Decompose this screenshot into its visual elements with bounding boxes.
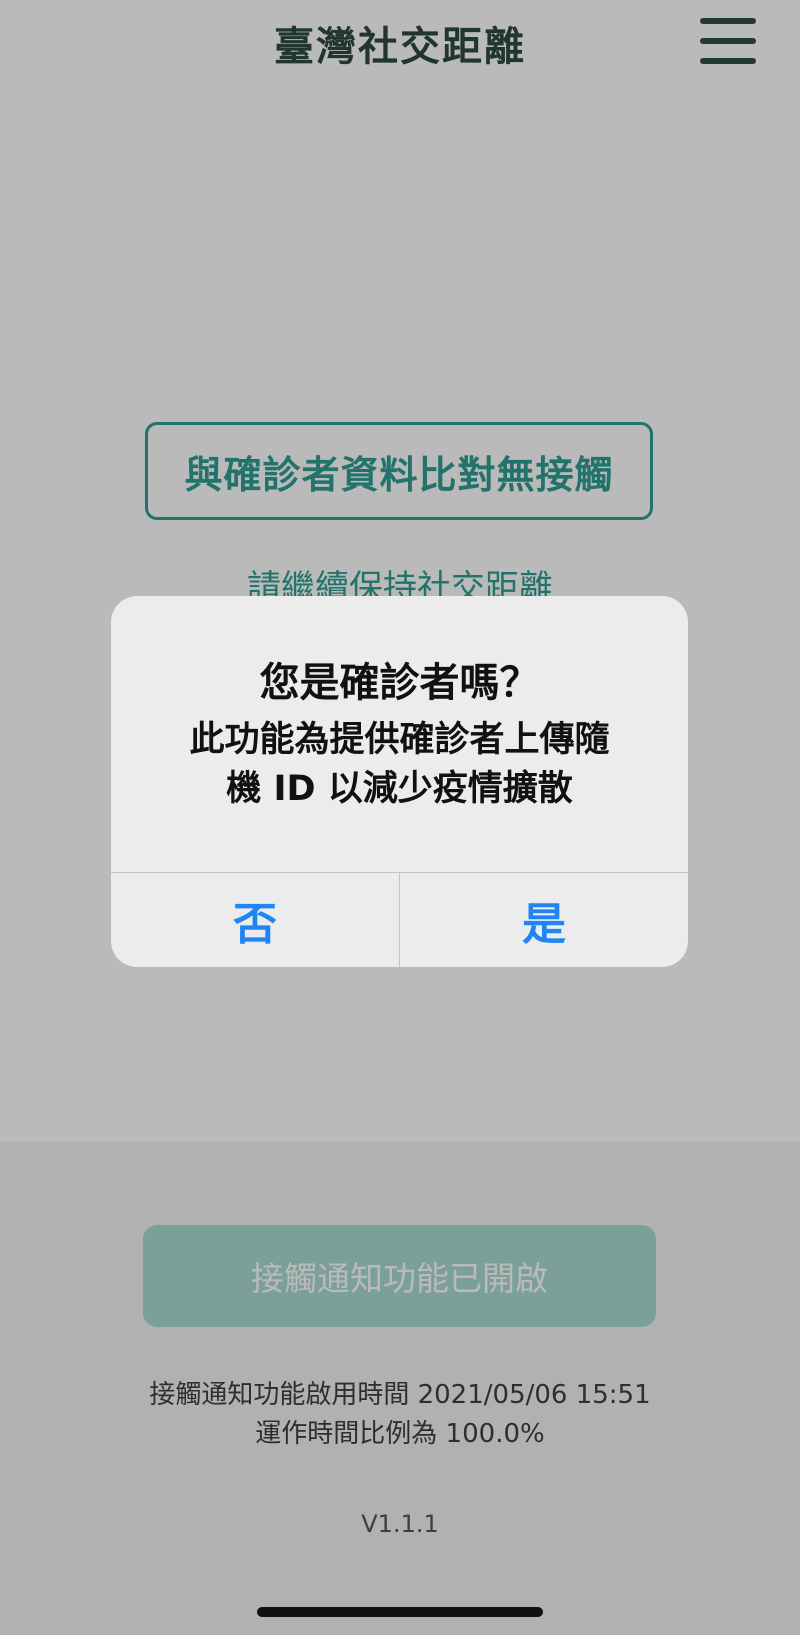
- no-button[interactable]: 否: [111, 873, 399, 967]
- dialog-title: 您是確診者嗎？: [259, 660, 540, 706]
- dialog-body: 您是確診者嗎？ 此功能為提供確診者上傳隨 機 ID 以減少疫情擴散: [111, 596, 688, 872]
- home-indicator[interactable]: [257, 1607, 543, 1617]
- yes-button[interactable]: 是: [400, 873, 688, 967]
- dialog-message: 此功能為提供確診者上傳隨 機 ID 以減少疫情擴散: [189, 720, 610, 809]
- confirm-dialog: 您是確診者嗎？ 此功能為提供確診者上傳隨 機 ID 以減少疫情擴散 否 是: [111, 596, 688, 967]
